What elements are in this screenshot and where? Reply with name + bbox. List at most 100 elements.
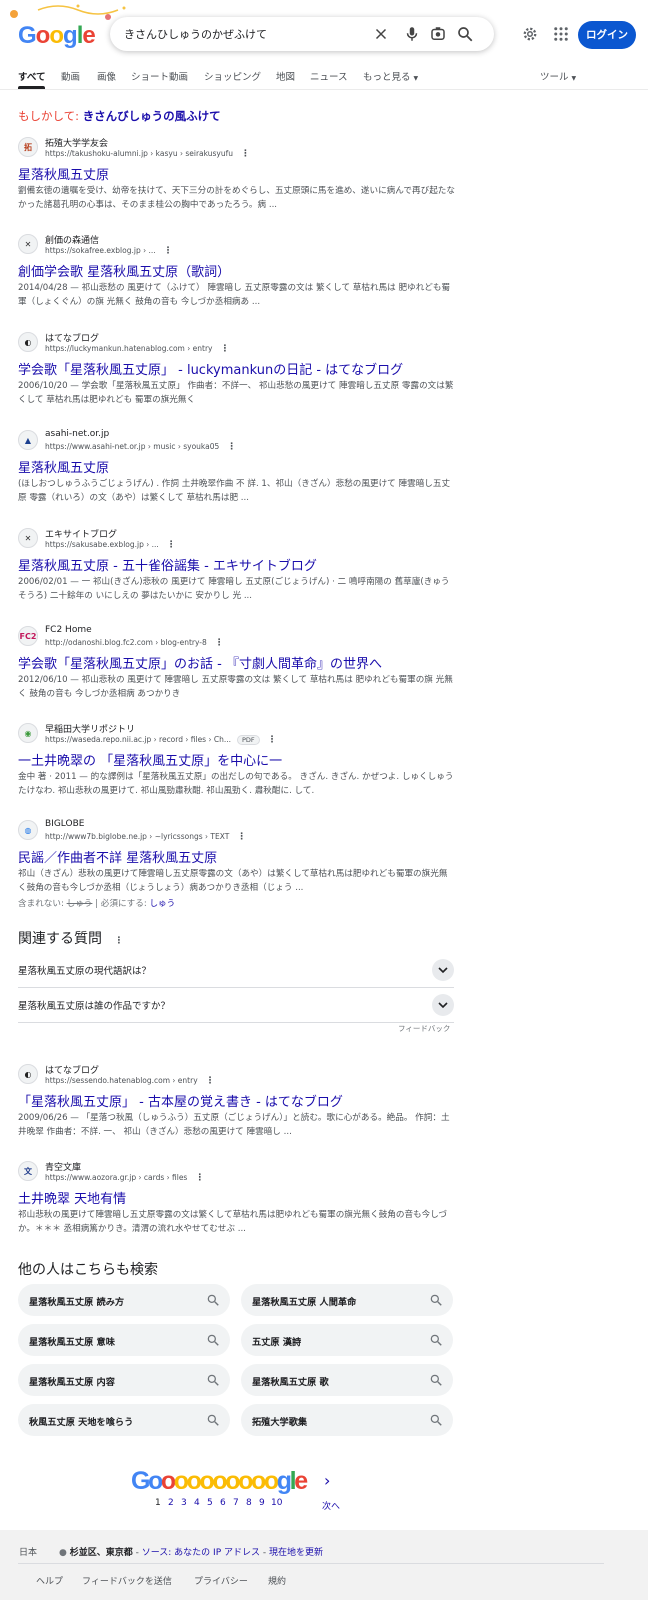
google-logo[interactable]: Google	[18, 22, 96, 50]
result-site-name[interactable]: 創価の森通信	[45, 233, 99, 246]
result-title-link[interactable]: 土井晩翠 天地有情	[18, 1188, 126, 1207]
footer-link-privacy[interactable]: プライバシー	[194, 1574, 248, 1587]
result-url[interactable]: http://odanoshi.blog.fc2.com › blog-entr…	[45, 638, 224, 648]
page-number-link[interactable]: 8	[246, 1498, 252, 1508]
result-title-link[interactable]: 学会歌「星落秋風五丈原」 - luckymankunの日記 - はてなブログ	[18, 359, 403, 378]
result-title-link[interactable]: 民謡／作曲者不詳 星落秋風五丈原	[18, 847, 217, 866]
result-title-link[interactable]: 星落秋風五丈原	[18, 164, 109, 183]
page-number-link[interactable]: 5	[207, 1498, 213, 1508]
gear-icon[interactable]	[521, 25, 539, 43]
site-favicon-icon[interactable]: ◍	[18, 820, 38, 840]
result-title-link[interactable]: 星落秋風五丈原 - 五十雀俗謡集 - エキサイトブログ	[18, 555, 317, 574]
result-title-link[interactable]: 学会歌「星落秋風五丈原」のお話 - 『寸劇人間革命』の世界へ	[18, 653, 382, 672]
result-site-name[interactable]: BIGLOBE	[45, 819, 84, 829]
must-include-link[interactable]: しゅう	[149, 899, 175, 909]
next-arrow-icon[interactable]: ›	[324, 1471, 330, 1490]
more-options-icon[interactable]: ⋮	[114, 936, 123, 946]
result-site-name[interactable]: エキサイトブログ	[45, 527, 117, 540]
page-number-link[interactable]: 10	[271, 1498, 282, 1508]
location-source-link[interactable]: ソース: あなたの IP アドレス	[142, 1548, 260, 1558]
site-favicon-icon[interactable]: FC2	[18, 626, 38, 646]
tools-button[interactable]: ツール ▼	[540, 69, 576, 83]
site-favicon-icon[interactable]: ◉	[18, 723, 38, 743]
tab-shopping[interactable]: ショッピング	[204, 69, 261, 83]
site-favicon-icon[interactable]: ✕	[18, 234, 38, 254]
result-site-name[interactable]: 青空文庫	[45, 1160, 81, 1173]
tab-images[interactable]: 画像	[97, 69, 116, 83]
footer-link-help[interactable]: ヘルプ	[36, 1574, 63, 1587]
result-url[interactable]: https://waseda.repo.nii.ac.jp › record ›…	[45, 735, 277, 745]
search-icon[interactable]	[456, 25, 474, 43]
more-options-icon[interactable]: ⋮	[215, 638, 224, 648]
did-you-mean-link[interactable]: きさんびしゅうの風ふけて	[83, 109, 221, 123]
result-title-link[interactable]: 星落秋風五丈原	[18, 457, 109, 476]
paa-question[interactable]: 星落秋風五丈原の現代語訳は？	[18, 953, 454, 988]
footer-link-feedback[interactable]: フィードバックを送信	[82, 1574, 172, 1587]
footer-link-terms[interactable]: 規約	[268, 1574, 286, 1587]
related-search-chip[interactable]: 星落秋風五丈原 歌	[241, 1364, 453, 1396]
site-favicon-icon[interactable]: 拓	[18, 137, 38, 157]
result-url[interactable]: https://www.aozora.gr.jp › cards › files…	[45, 1173, 204, 1183]
next-page-link[interactable]: 次へ	[322, 1499, 340, 1512]
related-search-chip[interactable]: 星落秋風五丈原 意味	[18, 1324, 230, 1356]
result-url[interactable]: https://sokafree.exblog.jp › ... ⋮	[45, 246, 173, 256]
tab-short-videos[interactable]: ショート動画	[131, 69, 188, 83]
tab-maps[interactable]: 地図	[276, 69, 295, 83]
result-site-name[interactable]: asahi-net.or.jp	[45, 429, 109, 439]
result-url[interactable]: https://sakusabe.exblog.jp › ... ⋮	[45, 540, 176, 550]
more-options-icon[interactable]: ⋮	[241, 149, 250, 159]
page-number-link[interactable]: 7	[233, 1498, 239, 1508]
result-title-link[interactable]: 「星落秋風五丈原」 - 古本屋の覚え書き - はてなブログ	[18, 1091, 343, 1110]
result-title-link[interactable]: 創価学会歌 星落秋風五丈原（歌詞）	[18, 261, 230, 280]
clear-icon[interactable]	[372, 25, 390, 43]
more-options-icon[interactable]: ⋮	[268, 735, 277, 745]
page-number-link[interactable]: 6	[220, 1498, 226, 1508]
result-url[interactable]: https://takushoku-alumni.jp › kasyu › se…	[45, 149, 250, 159]
result-url[interactable]: https://luckymankun.hatenablog.com › ent…	[45, 344, 229, 354]
result-url[interactable]: http://www7b.biglobe.ne.jp › ~lyricssong…	[45, 832, 246, 842]
result-site-name[interactable]: 早稲田大学リポジトリ	[45, 722, 135, 735]
paa-question[interactable]: 星落秋風五丈原は誰の作品ですか？	[18, 988, 454, 1023]
site-favicon-icon[interactable]: ◐	[18, 1064, 38, 1084]
related-search-chip[interactable]: 秋風五丈原 天地を喰らう	[18, 1404, 230, 1436]
lens-icon[interactable]	[429, 25, 447, 43]
result-site-name[interactable]: 拓殖大学学友会	[45, 136, 108, 149]
result-title-link[interactable]: 一土井晩翠の 「星落秋風五丈原」を中心に一	[18, 750, 282, 769]
more-options-icon[interactable]: ⋮	[195, 1173, 204, 1183]
result-url[interactable]: https://sessendo.hatenablog.com › entry ⋮	[45, 1076, 215, 1086]
result-site-name[interactable]: FC2 Home	[45, 625, 92, 635]
apps-icon[interactable]	[552, 25, 570, 43]
site-favicon-icon[interactable]: ✕	[18, 528, 38, 548]
more-options-icon[interactable]: ⋮	[167, 540, 176, 550]
site-favicon-icon[interactable]: ▲	[18, 430, 38, 450]
search-box[interactable]: きさんひしゅうのかぜふけて	[110, 17, 494, 51]
site-favicon-icon[interactable]: ◐	[18, 332, 38, 352]
more-options-icon[interactable]: ⋮	[206, 1076, 215, 1086]
update-location-link[interactable]: 現在地を更新	[269, 1548, 323, 1558]
tab-all[interactable]: すべて	[18, 69, 45, 83]
result-site-name[interactable]: はてなブログ	[45, 1063, 99, 1076]
related-search-chip[interactable]: 拓殖大学歌集	[241, 1404, 453, 1436]
page-number-link[interactable]: 4	[194, 1498, 200, 1508]
page-number-link[interactable]: 3	[181, 1498, 187, 1508]
related-search-chip[interactable]: 五丈原 漢詩	[241, 1324, 453, 1356]
result-site-name[interactable]: はてなブログ	[45, 331, 99, 344]
page-number-link[interactable]: 9	[259, 1498, 265, 1508]
page-number-link[interactable]: 2	[168, 1498, 174, 1508]
chevron-down-icon[interactable]	[432, 994, 454, 1016]
tab-news[interactable]: ニュース	[310, 69, 348, 83]
login-button[interactable]: ログイン	[578, 21, 636, 49]
tab-videos[interactable]: 動画	[61, 69, 80, 83]
chevron-down-icon[interactable]	[432, 959, 454, 981]
site-favicon-icon[interactable]: 文	[18, 1161, 38, 1181]
tab-more[interactable]: もっと見る ▼	[363, 69, 418, 83]
feedback-link[interactable]: フィードバック	[398, 1023, 450, 1034]
search-input[interactable]: きさんひしゅうのかぜふけて	[124, 26, 267, 42]
related-search-chip[interactable]: 星落秋風五丈原 読み方	[18, 1284, 230, 1316]
related-search-chip[interactable]: 星落秋風五丈原 人間革命	[241, 1284, 453, 1316]
more-options-icon[interactable]: ⋮	[164, 246, 173, 256]
more-options-icon[interactable]: ⋮	[227, 442, 236, 452]
result-url[interactable]: https://www.asahi-net.or.jp › music › sy…	[45, 442, 236, 452]
related-search-chip[interactable]: 星落秋風五丈原 内容	[18, 1364, 230, 1396]
more-options-icon[interactable]: ⋮	[220, 344, 229, 354]
